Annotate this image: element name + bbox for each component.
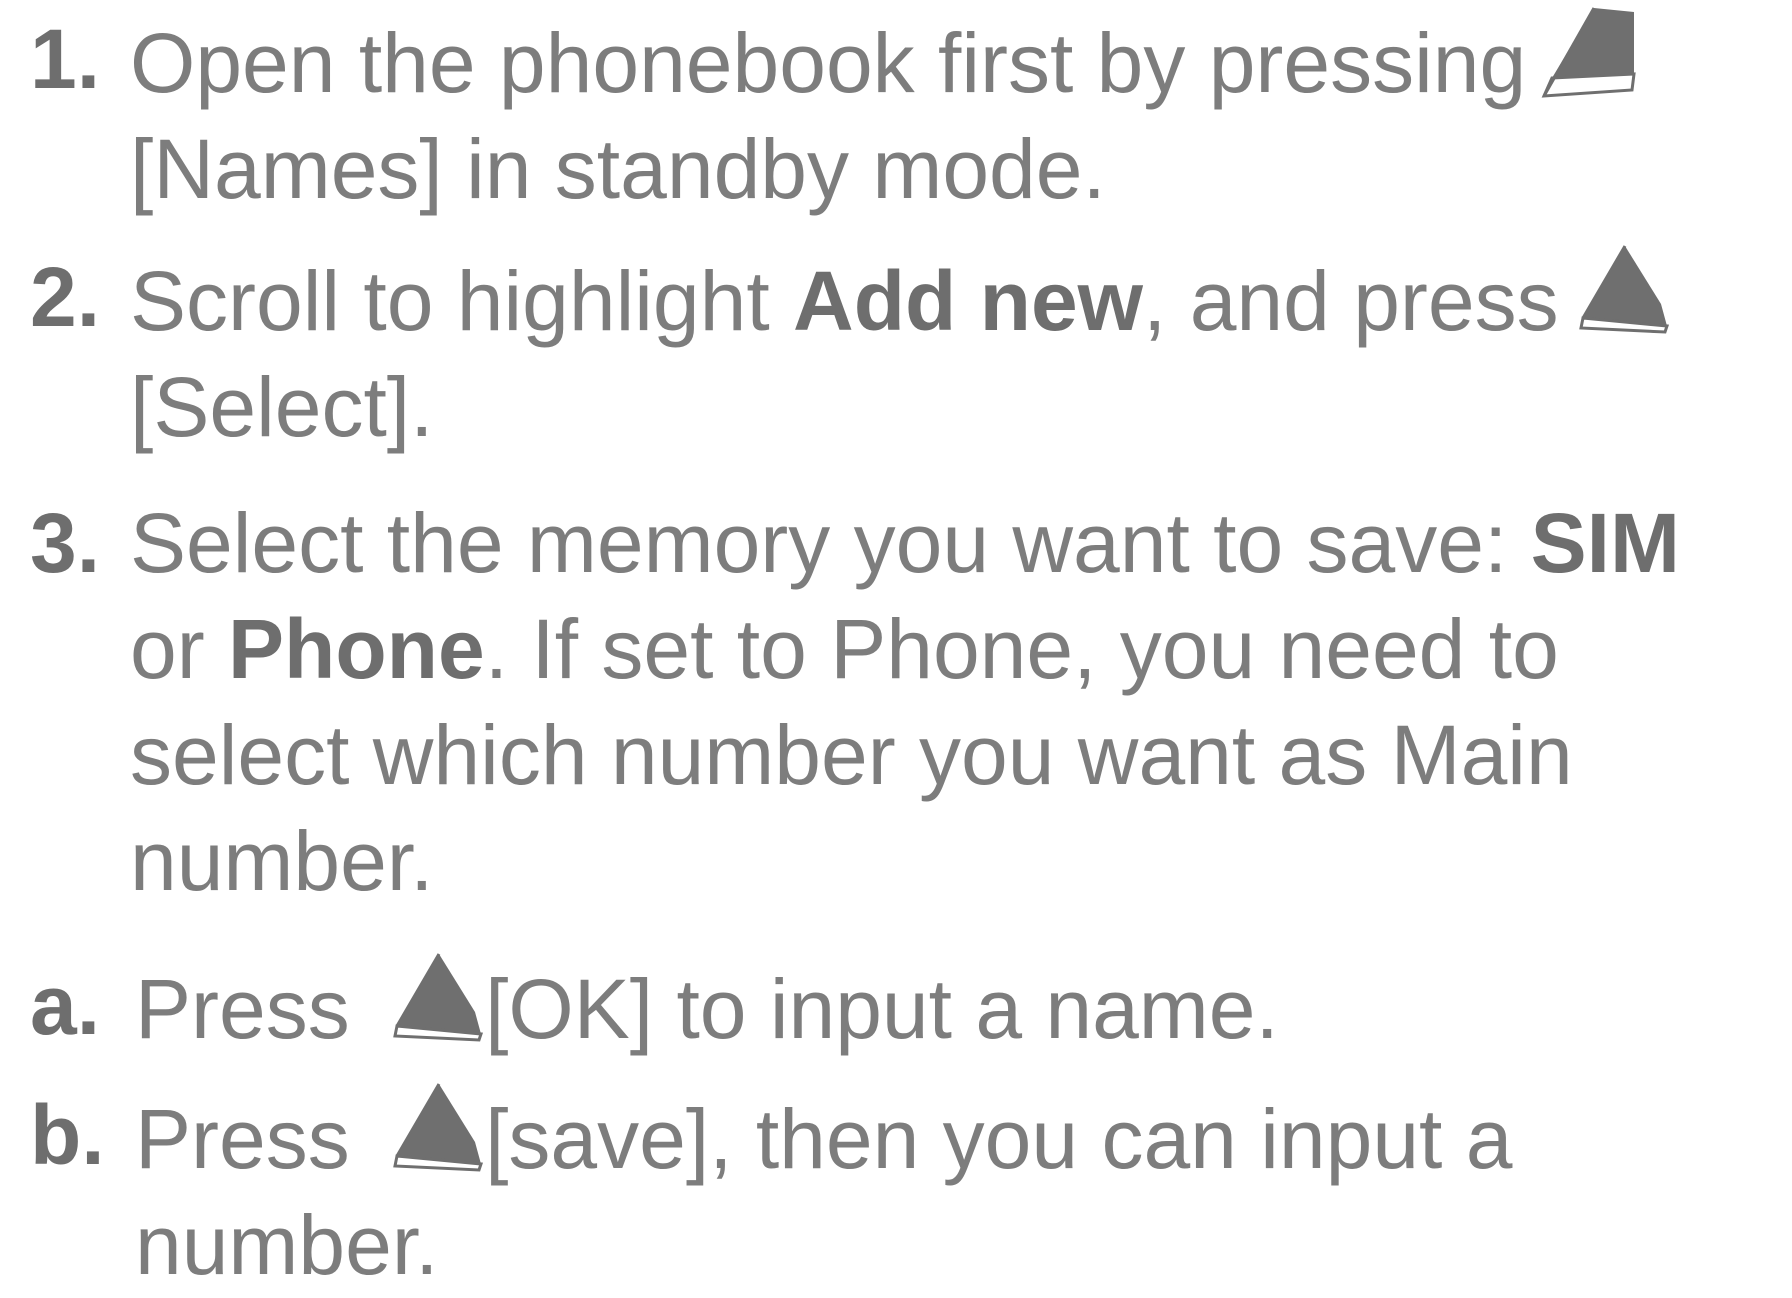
step-text: Open the phonebook first by pressing [Na… xyxy=(130,6,1638,222)
step-line-text: Press xyxy=(135,1092,350,1186)
option-phone: Phone xyxy=(228,602,485,696)
step-line-text: . If set to Phone, you need to xyxy=(484,602,1559,696)
left-soft-key-icon xyxy=(381,1082,485,1174)
step-line: Press [save], then you can input a xyxy=(135,1082,1512,1192)
step-line-text: , and press xyxy=(1143,254,1559,348)
step-line-text: Select the memory you want to save: xyxy=(130,496,1531,590)
step-number: 3. xyxy=(30,496,101,590)
left-soft-key-icon xyxy=(381,952,485,1044)
step-line: or Phone. If set to Phone, you need to xyxy=(130,596,1680,702)
menu-item-add-new: Add new xyxy=(793,254,1144,348)
step-text: Press [save], then you can input a numbe… xyxy=(135,1082,1512,1298)
step-line-text: Press xyxy=(135,962,350,1056)
substep-letter: b. xyxy=(30,1088,105,1182)
step-line-text: [save], then you can input a xyxy=(485,1092,1513,1186)
step-line-text: Open the phonebook first by pressing xyxy=(130,16,1527,110)
step-line: [Names] in standby mode. xyxy=(130,122,1106,216)
step-line: number. xyxy=(130,814,434,908)
step-line: number. xyxy=(135,1198,439,1292)
step-text: Press [OK] to input a name. xyxy=(135,952,1279,1062)
option-sim: SIM xyxy=(1530,496,1680,590)
step-line: Scroll to highlight Add new, and press xyxy=(130,244,1671,354)
step-number: 2. xyxy=(30,250,101,344)
substep-letter: a. xyxy=(30,958,101,1052)
instruction-list: 1. Open the phonebook first by pressing … xyxy=(0,0,1792,1292)
step-number: 1. xyxy=(30,12,101,106)
step-line: Open the phonebook first by pressing xyxy=(130,6,1638,116)
step-line: [Select]. xyxy=(130,360,434,454)
left-soft-key-icon xyxy=(1567,244,1671,336)
step-line: Press [OK] to input a name. xyxy=(135,952,1279,1062)
step-text: Scroll to highlight Add new, and press [… xyxy=(130,244,1671,460)
step-line-text: [OK] to input a name. xyxy=(485,962,1279,1056)
step-line: Select the memory you want to save: SIM xyxy=(130,490,1680,596)
step-text: Select the memory you want to save: SIM … xyxy=(130,490,1680,914)
left-soft-key-icon xyxy=(1534,6,1638,98)
step-line-text: Scroll to highlight xyxy=(130,254,794,348)
step-line: select which number you want as Main xyxy=(130,708,1573,802)
step-line-text: or xyxy=(130,602,229,696)
